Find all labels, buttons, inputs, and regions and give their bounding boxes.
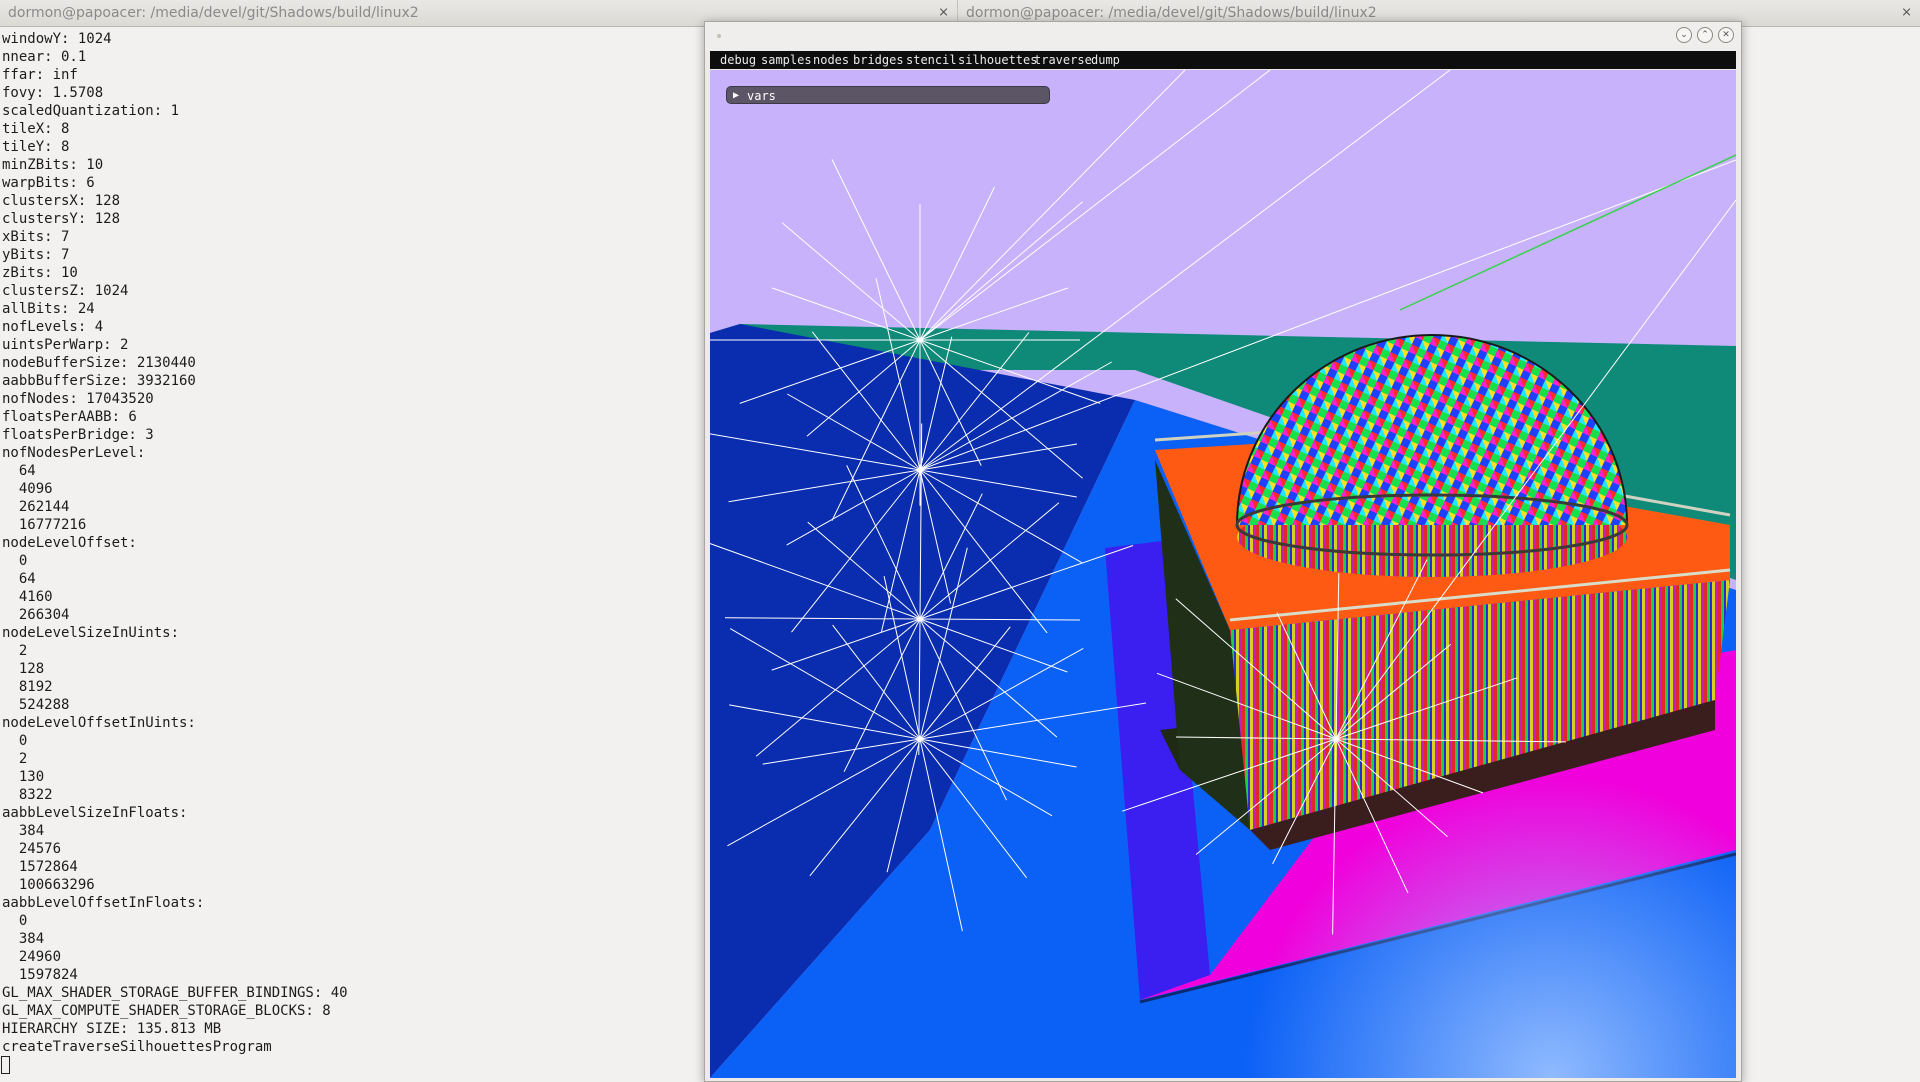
- terminal-line: warpBits: 6: [2, 175, 95, 191]
- menu-bridges[interactable]: bridges: [853, 51, 904, 69]
- vars-panel-label: vars: [747, 89, 776, 103]
- menu-silhouettes[interactable]: silhouettes: [958, 51, 1037, 69]
- menu-samples[interactable]: samples: [761, 51, 812, 69]
- imgui-menubar: debug samples nodes bridges stencil silh…: [710, 51, 1736, 69]
- terminal-line: nofLevels: 4: [2, 319, 104, 335]
- terminal-line: 8322: [2, 787, 53, 803]
- terminal-cursor: [1, 1056, 10, 1074]
- terminal-line: 2: [2, 751, 28, 767]
- terminal-line: 4096: [2, 481, 53, 497]
- terminal-line: nnear: 0.1: [2, 49, 87, 65]
- terminal-line: createTraverseSilhouettesProgram: [2, 1039, 272, 1055]
- terminal-line: 16777216: [2, 517, 87, 533]
- tab-1-title: dormon@papoacer: /media/devel/git/Shadow…: [8, 5, 419, 21]
- terminal-line: clustersX: 128: [2, 193, 121, 209]
- terminal-line: nofNodes: 17043520: [2, 391, 154, 407]
- minimize-icon[interactable]: ⌄: [1676, 27, 1692, 43]
- terminal-line: 384: [2, 931, 45, 947]
- menu-debug[interactable]: debug: [720, 51, 756, 69]
- tab-2-title: dormon@papoacer: /media/devel/git/Shadow…: [966, 5, 1377, 21]
- terminal-line: clustersZ: 1024: [2, 283, 129, 299]
- expand-arrow-icon[interactable]: ▶: [733, 87, 739, 105]
- terminal-line: 128: [2, 661, 45, 677]
- terminal-line: 262144: [2, 499, 70, 515]
- terminal-line: aabbLevelOffsetInFloats:: [2, 895, 205, 911]
- terminal-line: fovy: 1.5708: [2, 85, 104, 101]
- terminal-line: 64: [2, 463, 36, 479]
- terminal-line: nodeBufferSize: 2130440: [2, 355, 196, 371]
- render-app-window: ⌄ ⌃ ✕ debug samples nodes bridges stenci…: [704, 21, 1742, 1082]
- tab-2-close-icon[interactable]: ⨯: [1901, 0, 1912, 26]
- terminal-line: uintsPerWarp: 2: [2, 337, 129, 353]
- terminal-line: zBits: 10: [2, 265, 78, 281]
- terminal-line: 8192: [2, 679, 53, 695]
- terminal-line: aabbBufferSize: 3932160: [2, 373, 196, 389]
- terminal-line: 130: [2, 769, 45, 785]
- menu-dump[interactable]: dump: [1091, 51, 1120, 69]
- menu-nodes[interactable]: nodes: [813, 51, 849, 69]
- terminal-line: 266304: [2, 607, 70, 623]
- terminal-line: yBits: 7: [2, 247, 70, 263]
- terminal-line: nofNodesPerLevel:: [2, 445, 146, 461]
- terminal-line: 1572864: [2, 859, 78, 875]
- terminal-line: GL_MAX_COMPUTE_SHADER_STORAGE_BLOCKS: 8: [2, 1003, 331, 1019]
- terminal-line: clustersY: 128: [2, 211, 121, 227]
- terminal-line: allBits: 24: [2, 301, 95, 317]
- terminal-line: nodeLevelOffset:: [2, 535, 137, 551]
- terminal-line: 2: [2, 643, 28, 659]
- terminal-output[interactable]: windowY: 1024 nnear: 0.1 ffar: inf fovy: 1.…: [0, 28, 700, 1080]
- terminal-line: ffar: inf: [2, 67, 78, 83]
- menu-stencil[interactable]: stencil: [906, 51, 957, 69]
- terminal-line: tileX: 8: [2, 121, 70, 137]
- terminal-line: 100663296: [2, 877, 95, 893]
- window-menu-dot[interactable]: [717, 34, 721, 38]
- terminal-line: aabbLevelSizeInFloats:: [2, 805, 188, 821]
- terminal-line: 0: [2, 553, 28, 569]
- maximize-icon[interactable]: ⌃: [1697, 27, 1713, 43]
- terminal-line: floatsPerAABB: 6: [2, 409, 137, 425]
- terminal-line: nodeLevelOffsetInUints:: [2, 715, 196, 731]
- terminal-line: 1597824: [2, 967, 78, 983]
- terminal-line: 384: [2, 823, 45, 839]
- terminal-line: minZBits: 10: [2, 157, 104, 173]
- terminal-line: GL_MAX_SHADER_STORAGE_BUFFER_BINDINGS: 4…: [2, 985, 348, 1001]
- terminal-line: windowY: 1024: [2, 31, 112, 47]
- terminal-line: HIERARCHY SIZE: 135.813 MB: [2, 1021, 222, 1037]
- app-titlebar: ⌄ ⌃ ✕: [705, 22, 1741, 50]
- terminal-line: 24960: [2, 949, 62, 965]
- terminal-line: 24576: [2, 841, 62, 857]
- terminal-line: nodeLevelSizeInUints:: [2, 625, 180, 641]
- terminal-line: tileY: 8: [2, 139, 70, 155]
- close-icon[interactable]: ✕: [1718, 27, 1734, 43]
- terminal-line: 0: [2, 913, 28, 929]
- 3d-viewport[interactable]: ▶ vars: [710, 70, 1736, 1078]
- terminal-line: xBits: 7: [2, 229, 70, 245]
- terminal-line: 0: [2, 733, 28, 749]
- terminal-line: 524288: [2, 697, 70, 713]
- terminal-line: 64: [2, 571, 36, 587]
- terminal-line: floatsPerBridge: 3: [2, 427, 154, 443]
- vars-panel[interactable]: ▶ vars: [726, 86, 1050, 104]
- terminal-line: scaledQuantization: 1: [2, 103, 180, 119]
- scene-canvas: [710, 70, 1736, 1078]
- terminal-line: 4160: [2, 589, 53, 605]
- menu-traverse[interactable]: traverse: [1034, 51, 1092, 69]
